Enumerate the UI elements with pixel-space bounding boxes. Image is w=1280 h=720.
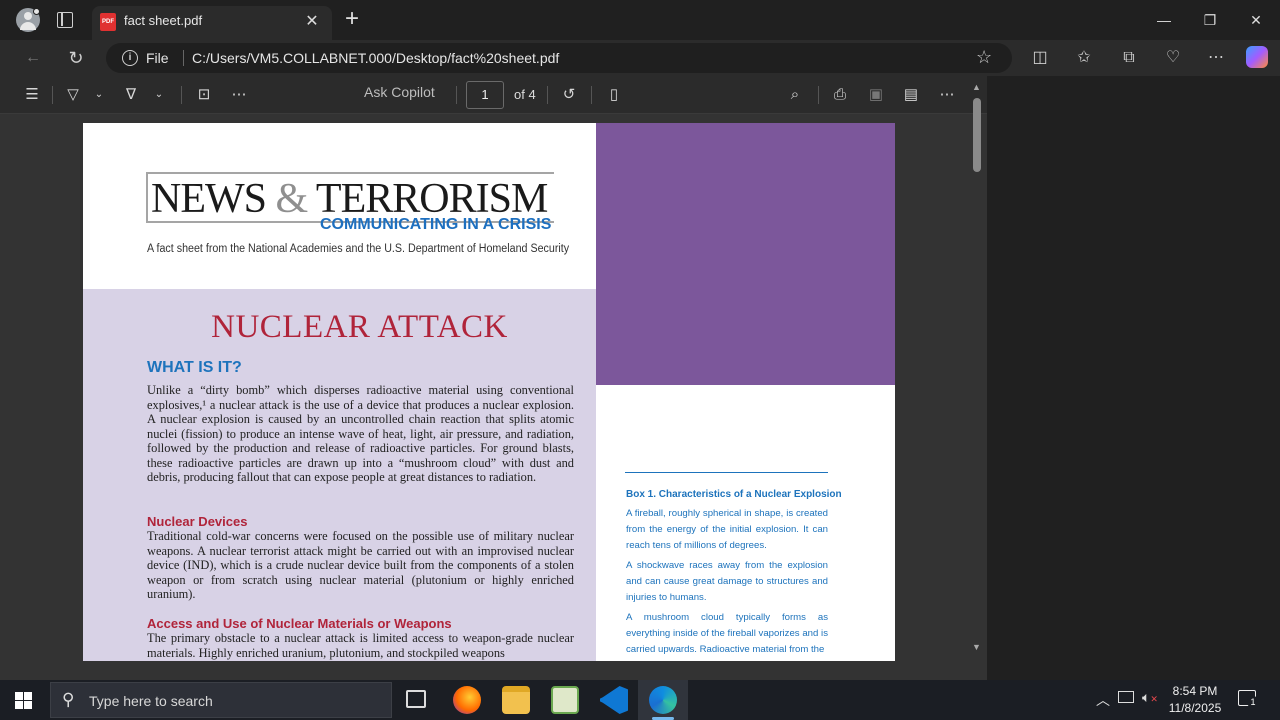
restore-icon[interactable]: ❐ (1187, 8, 1233, 32)
show-hidden-icons[interactable]: ︿ (1096, 690, 1110, 710)
favorite-star-icon[interactable]: ☆ (976, 47, 992, 68)
highlight-icon[interactable]: ▽ (62, 84, 84, 106)
document-title: NUCLEAR ATTACK (211, 309, 508, 345)
toolbar-divider (52, 86, 53, 104)
search-placeholder: Type here to search (89, 693, 213, 709)
page-count: of 4 (514, 87, 536, 102)
section-paragraph: Unlike a “dirty bomb” which disperses ra… (147, 383, 574, 484)
time: 8:54 PM (1172, 684, 1218, 698)
notification-icon[interactable]: 1 (1238, 690, 1259, 708)
date: 11/8/2025 (1168, 701, 1222, 715)
clock[interactable]: 8:54 PM 11/8/2025 (1160, 683, 1230, 717)
network-icon[interactable] (1118, 691, 1134, 703)
profile-avatar[interactable] (16, 8, 40, 32)
subsection-heading: Nuclear Devices (147, 514, 248, 529)
new-tab-button[interactable]: + (340, 6, 364, 32)
section-heading: WHAT IS IT? (147, 359, 242, 376)
scroll-down-icon[interactable]: ▼ (972, 642, 981, 652)
url-text[interactable]: C:/Users/VM5.COLLABNET.000/Desktop/fact%… (192, 50, 559, 66)
favorites-icon[interactable]: ✩ (1073, 47, 1095, 69)
address-bar[interactable]: i File C:/Users/VM5.COLLABNET.000/Deskto… (106, 43, 1012, 73)
performance-icon[interactable]: ♡ (1162, 47, 1184, 69)
pdf-page: NEWS & TERRORISM COMMUNICATING IN A CRIS… (83, 123, 895, 661)
purple-block (596, 123, 895, 385)
contents-icon[interactable]: ☰ (20, 84, 44, 106)
draw-dropdown-icon[interactable]: ⌄ (152, 84, 166, 106)
tab-actions-icon[interactable] (57, 12, 73, 28)
notification-count: 1 (1247, 696, 1259, 708)
draw-icon[interactable]: ∇ (120, 84, 142, 106)
text-icon[interactable]: ⊡ (193, 84, 215, 106)
split-screen-icon[interactable]: ◫ (1029, 47, 1051, 69)
search-icon: ⚲ (62, 690, 75, 709)
refresh-icon[interactable]: ↻ (65, 47, 87, 69)
back-icon[interactable]: ← (22, 47, 44, 69)
volume-muted-icon[interactable]: 🔈︎✕ (1142, 689, 1158, 706)
minimize-icon[interactable]: — (1141, 8, 1187, 32)
more-tools-icon[interactable]: ⋯ (228, 84, 250, 106)
scrollbar-thumb[interactable] (973, 98, 981, 172)
find-icon[interactable]: ⌕ (784, 84, 806, 106)
close-tab-icon[interactable]: ✕ (302, 12, 322, 32)
address-divider (183, 50, 184, 66)
title-bar: PDF fact sheet.pdf ✕ + — ❐ ✕ (0, 0, 1280, 40)
info-icon[interactable]: i (122, 50, 138, 66)
tab-fact-sheet[interactable]: PDF fact sheet.pdf ✕ (92, 6, 332, 40)
section-paragraph: Traditional cold-war concerns were focus… (147, 529, 574, 601)
box-item: A fireball, roughly spherical in shape, … (626, 508, 828, 551)
collections-icon[interactable]: ⧉ (1118, 47, 1140, 69)
edge-icon[interactable] (649, 686, 677, 714)
scroll-up-icon[interactable]: ▲ (972, 82, 981, 92)
notepad-plus-icon[interactable] (551, 686, 579, 714)
file-explorer-icon[interactable] (502, 686, 530, 714)
subsection-heading: Access and Use of Nuclear Materials or W… (147, 616, 452, 631)
rotate-icon[interactable]: ↺ (558, 84, 580, 106)
box-item: A shockwave races away from the explosio… (626, 560, 828, 603)
navigation-bar: ← ↻ i File C:/Users/VM5.COLLABNET.000/De… (0, 40, 1280, 76)
page-number-input[interactable]: 1 (466, 81, 504, 109)
logo-subtitle: COMMUNICATING IN A CRISIS (320, 216, 552, 233)
box-item: A mushroom cloud typically forms as ever… (626, 612, 828, 655)
firefox-icon[interactable] (453, 686, 481, 714)
toolbar-divider (818, 86, 819, 104)
pdf-file-icon: PDF (100, 13, 116, 31)
toolbar-divider (591, 86, 592, 104)
vscode-icon[interactable] (600, 686, 628, 714)
more-options-icon[interactable]: ⋯ (1205, 47, 1227, 69)
tab-title: fact sheet.pdf (124, 13, 203, 28)
toolbar-divider (547, 86, 548, 104)
save-icon[interactable]: ▣ (865, 84, 887, 106)
highlight-dropdown-icon[interactable]: ⌄ (92, 84, 106, 106)
task-view-icon[interactable] (406, 690, 426, 708)
toolbar-divider (181, 86, 182, 104)
file-label: File (146, 50, 169, 66)
print-icon[interactable]: ⎙ (829, 84, 851, 106)
save-as-icon[interactable]: ▤ (900, 84, 922, 106)
box-divider (625, 472, 828, 473)
fact-sheet-line: A fact sheet from the National Academies… (147, 243, 570, 255)
taskbar-search[interactable]: ⚲ Type here to search (50, 682, 392, 718)
viewer-margin (987, 76, 1280, 680)
start-icon[interactable] (15, 692, 32, 709)
page-view-icon[interactable]: ▯ (603, 84, 625, 106)
toolbar-divider (456, 86, 457, 104)
section-paragraph: The primary obstacle to a nuclear attack… (147, 631, 574, 660)
copilot-icon[interactable] (1246, 46, 1268, 68)
ask-copilot-button[interactable]: Ask Copilot (364, 84, 435, 100)
settings-more-icon[interactable]: ⋯ (936, 84, 958, 106)
taskbar: ⚲ Type here to search ︿ 🔈︎✕ 8:54 PM 11/8… (0, 680, 1280, 720)
close-window-icon[interactable]: ✕ (1233, 8, 1279, 32)
box-title: Box 1. Characteristics of a Nuclear Expl… (626, 489, 842, 500)
